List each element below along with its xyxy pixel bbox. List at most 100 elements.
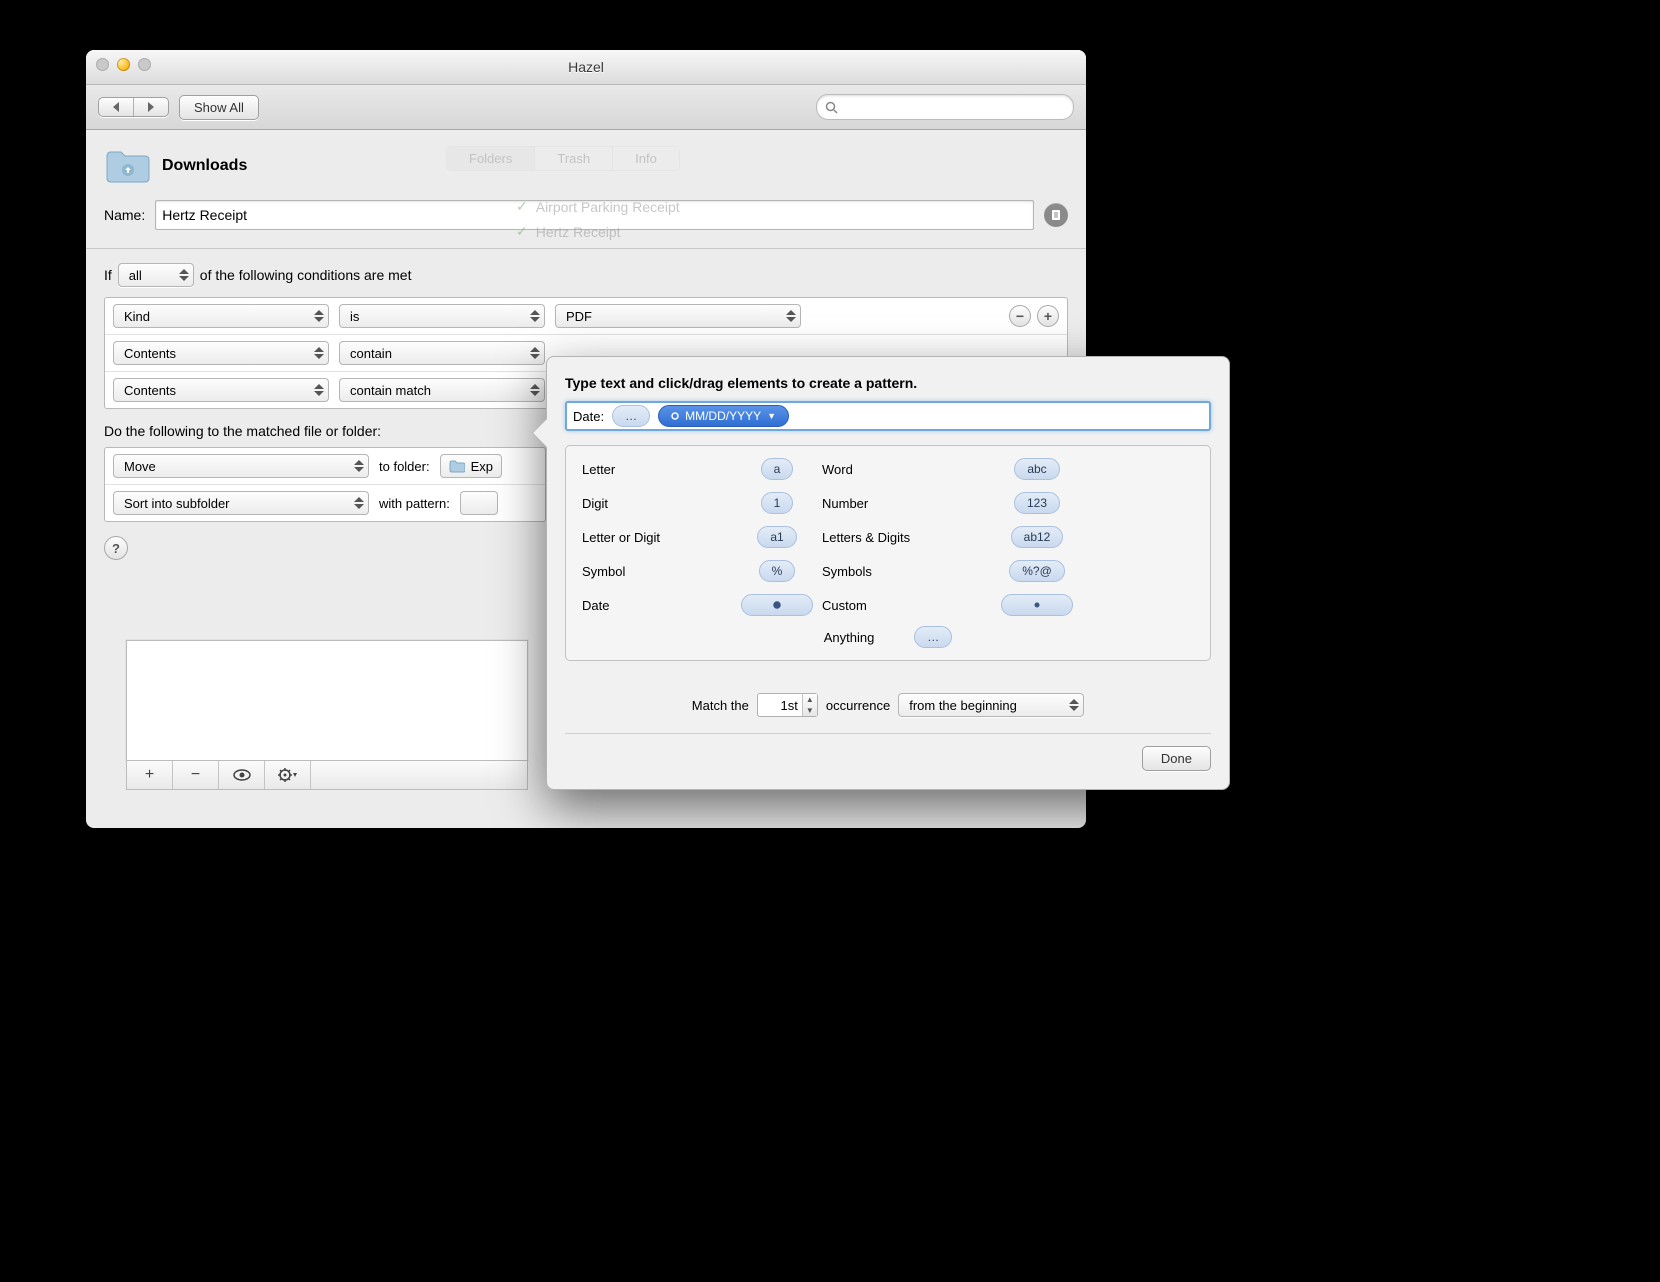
nav-back-button[interactable] (99, 98, 133, 116)
occurrence-stepper[interactable]: ▲▼ (757, 693, 818, 717)
circle-icon (773, 601, 781, 609)
action-row: Move to folder: Exp (105, 448, 545, 485)
search-field[interactable] (816, 94, 1074, 120)
condition-sentence: If all of the following conditions are m… (104, 263, 1068, 287)
chevron-updown-icon (1069, 699, 1079, 711)
existing-token[interactable]: … (612, 405, 650, 427)
match-the-label: Match the (692, 698, 749, 713)
if-label: If (104, 267, 112, 283)
condition-attr-popup[interactable]: Contents (113, 341, 329, 365)
show-all-button[interactable]: Show All (179, 95, 259, 120)
check-icon: ✓ (516, 223, 528, 240)
rule-actions-menu[interactable] (265, 761, 311, 789)
stepper-arrows[interactable]: ▲▼ (802, 694, 817, 716)
token-label-symbols: Symbols (822, 564, 992, 579)
match-mode-popup[interactable]: all (118, 263, 194, 287)
remove-condition-button[interactable]: − (1009, 305, 1031, 327)
occurrence-value[interactable] (758, 698, 802, 713)
check-icon: ✓ (516, 198, 528, 215)
titlebar: Hazel (86, 50, 1086, 85)
folder-icon (104, 146, 152, 186)
action-pattern-field[interactable] (460, 491, 498, 515)
ghost-tab-trash: Trash (535, 147, 613, 170)
folder-title: Downloads (162, 157, 247, 175)
action-folder-popup[interactable]: Exp (440, 454, 502, 478)
date-format-token[interactable]: MM/DD/YYYY ▼ (658, 405, 789, 427)
token-anything[interactable]: … (914, 626, 952, 648)
occurrence-from-popup[interactable]: from the beginning (898, 693, 1084, 717)
ghost-rule: Hertz Receipt (536, 224, 621, 240)
pattern-popover: Type text and click/drag elements to cre… (546, 356, 1230, 790)
action-type-popup[interactable]: Sort into subfolder (113, 491, 369, 515)
condition-attr-popup[interactable]: Kind (113, 304, 329, 328)
chevron-updown-icon (786, 310, 796, 322)
token-letters-digits[interactable]: ab12 (1011, 526, 1064, 548)
token-label-symbol: Symbol (582, 564, 732, 579)
action-mid-label: to folder: (379, 459, 430, 474)
ghost-tabs: Folders Trash Info (446, 146, 680, 171)
done-button[interactable]: Done (1142, 746, 1211, 771)
match-occurrence-row: Match the ▲▼ occurrence from the beginni… (565, 679, 1211, 717)
remove-rule-button[interactable]: − (173, 761, 219, 789)
token-letter[interactable]: a (761, 458, 794, 480)
token-digit[interactable]: 1 (761, 492, 794, 514)
preview-rule-button[interactable] (219, 761, 265, 789)
chevron-updown-icon (530, 347, 540, 359)
token-label-word: Word (822, 462, 992, 477)
condition-op-popup[interactable]: contain (339, 341, 545, 365)
chevron-down-icon: ▼ (767, 411, 776, 421)
token-symbols[interactable]: %?@ (1009, 560, 1065, 582)
minimize-window-button[interactable] (117, 58, 130, 71)
rules-list-panel (126, 640, 528, 761)
tokens-panel: Letter a Word abc Digit 1 Number 123 Let… (565, 445, 1211, 661)
condition-op-popup[interactable]: contain match (339, 378, 545, 402)
token-word[interactable]: abc (1014, 458, 1059, 480)
rule-preview-button[interactable] (1044, 203, 1068, 227)
eye-icon (233, 769, 251, 781)
zoom-window-button[interactable] (138, 58, 151, 71)
ghost-tab-info: Info (613, 147, 679, 170)
add-rule-button[interactable]: + (127, 761, 173, 789)
token-label-custom: Custom (822, 598, 992, 613)
close-window-button[interactable] (96, 58, 109, 71)
ghost-tab-folders: Folders (447, 147, 535, 170)
chevron-up-icon: ▲ (803, 694, 817, 705)
gear-icon (278, 768, 298, 782)
token-number[interactable]: 123 (1014, 492, 1060, 514)
search-icon (825, 101, 838, 114)
chevron-updown-icon (530, 384, 540, 396)
chevron-updown-icon (314, 310, 324, 322)
token-letter-or-digit[interactable]: a1 (757, 526, 796, 548)
token-custom[interactable] (1001, 594, 1073, 616)
condition-val-popup[interactable]: PDF (555, 304, 801, 328)
token-symbol[interactable]: % (759, 560, 796, 582)
chevron-updown-icon (354, 497, 364, 509)
folder-icon (449, 459, 465, 473)
occurrence-label: occurrence (826, 698, 890, 713)
rule-name-label: Name: (104, 207, 145, 223)
pattern-field[interactable]: Date: … MM/DD/YYYY ▼ (565, 401, 1211, 431)
dot-icon (1034, 602, 1040, 608)
token-date[interactable] (741, 594, 813, 616)
popover-heading: Type text and click/drag elements to cre… (565, 375, 1211, 391)
pattern-field-label: Date: (573, 409, 604, 424)
window-title: Hazel (86, 59, 1086, 75)
ghost-rules-list: ✓Airport Parking Receipt ✓Hertz Receipt (516, 198, 680, 248)
if-suffix: of the following conditions are met (200, 267, 412, 283)
add-condition-button[interactable]: + (1037, 305, 1059, 327)
document-icon (1050, 209, 1062, 221)
nav-forward-button[interactable] (134, 98, 168, 116)
action-type-popup[interactable]: Move (113, 454, 369, 478)
help-button[interactable]: ? (104, 536, 128, 560)
condition-op-popup[interactable]: is (339, 304, 545, 328)
condition-attr-popup[interactable]: Contents (113, 378, 329, 402)
toolbar: Show All (86, 85, 1086, 130)
nav-back-forward (98, 97, 169, 117)
match-mode-value: all (129, 268, 142, 283)
search-input[interactable] (844, 99, 1065, 116)
chevron-updown-icon (314, 384, 324, 396)
condition-row: Kind is PDF − + (105, 298, 1067, 335)
chevron-updown-icon (354, 460, 364, 472)
divider (86, 248, 1086, 249)
token-label-anything: Anything (824, 630, 875, 645)
